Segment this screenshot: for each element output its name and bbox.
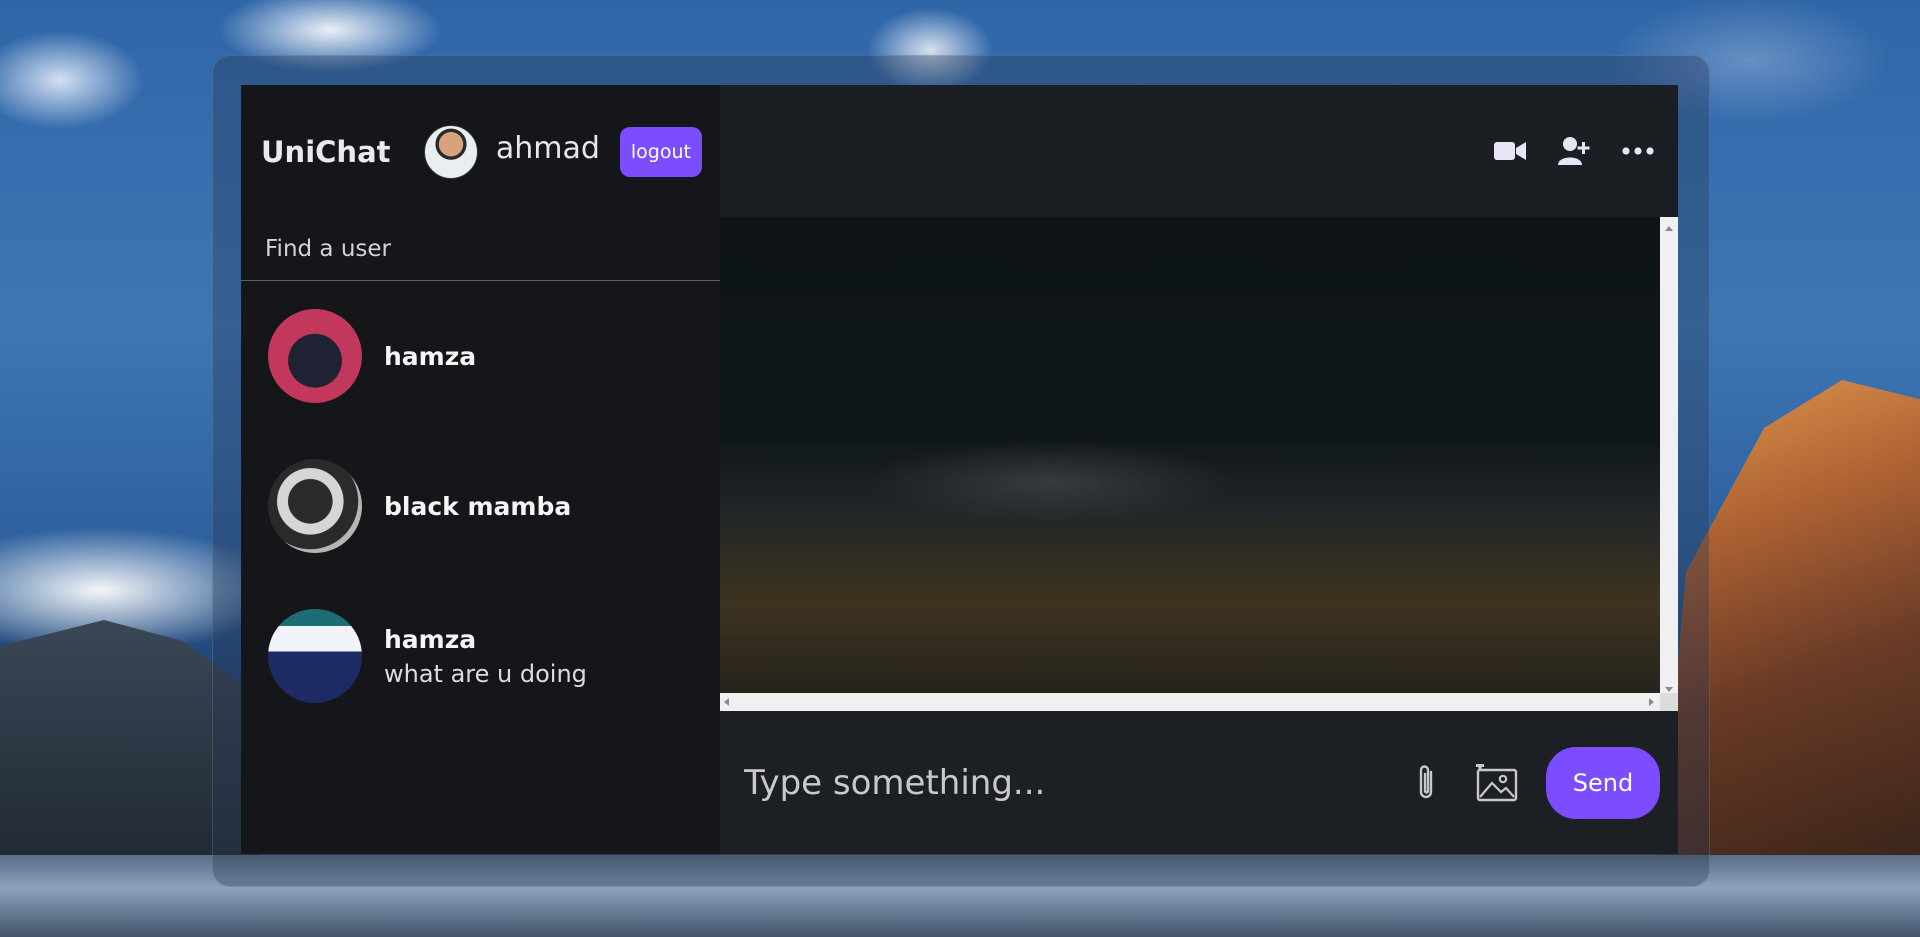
find-user-input[interactable] — [263, 235, 720, 263]
scrollbar-corner — [1660, 693, 1678, 711]
chat-last-message: what are u doing — [384, 659, 587, 688]
current-user: ahmad logout — [423, 124, 702, 179]
chat-list: hamza black mamba hamza what are u doing — [241, 281, 720, 854]
chat-app: UniChat ahmad logout hamza black mamba — [241, 85, 1678, 854]
chat-item[interactable]: hamza what are u doing — [241, 581, 720, 731]
current-user-name: ahmad — [495, 131, 600, 166]
vertical-scrollbar[interactable] — [1660, 217, 1678, 701]
chat-name: hamza — [384, 624, 477, 654]
send-button[interactable]: Send — [1546, 746, 1660, 819]
app-brand: UniChat — [261, 134, 391, 169]
chat-text: hamza — [384, 342, 476, 371]
conversation-header — [720, 85, 1678, 217]
more-options-icon[interactable] — [1620, 133, 1656, 169]
horizontal-scrollbar[interactable] — [720, 693, 1660, 711]
chat-avatar — [268, 309, 362, 403]
current-user-avatar — [423, 124, 478, 179]
chat-name: black mamba — [384, 491, 572, 521]
logout-button[interactable]: logout — [619, 126, 702, 177]
chat-text: black mamba — [384, 492, 571, 521]
messages-area — [720, 217, 1678, 711]
chat-item[interactable]: black mamba — [241, 431, 720, 581]
scroll-arrows-icon — [724, 698, 729, 706]
messages-shade — [720, 217, 1678, 711]
chat-item[interactable]: hamza — [241, 281, 720, 431]
conversation-panel: Send — [720, 85, 1678, 854]
video-camera-icon[interactable] — [1492, 133, 1528, 169]
sidebar: UniChat ahmad logout hamza black mamba — [241, 85, 720, 854]
chat-text: hamza what are u doing — [384, 625, 587, 688]
attach-icon[interactable] — [1402, 759, 1450, 807]
message-input[interactable] — [742, 761, 1402, 804]
message-composer: Send — [720, 711, 1678, 854]
add-user-icon[interactable] — [1556, 133, 1592, 169]
image-icon[interactable] — [1474, 759, 1522, 807]
chat-avatar — [268, 609, 362, 703]
sidebar-header: UniChat ahmad logout — [241, 85, 720, 218]
chat-avatar — [268, 459, 362, 553]
chat-name: hamza — [384, 341, 477, 371]
scroll-arrows-icon — [1665, 226, 1673, 692]
scroll-right-arrow-icon — [1649, 698, 1654, 706]
user-search — [241, 218, 720, 281]
